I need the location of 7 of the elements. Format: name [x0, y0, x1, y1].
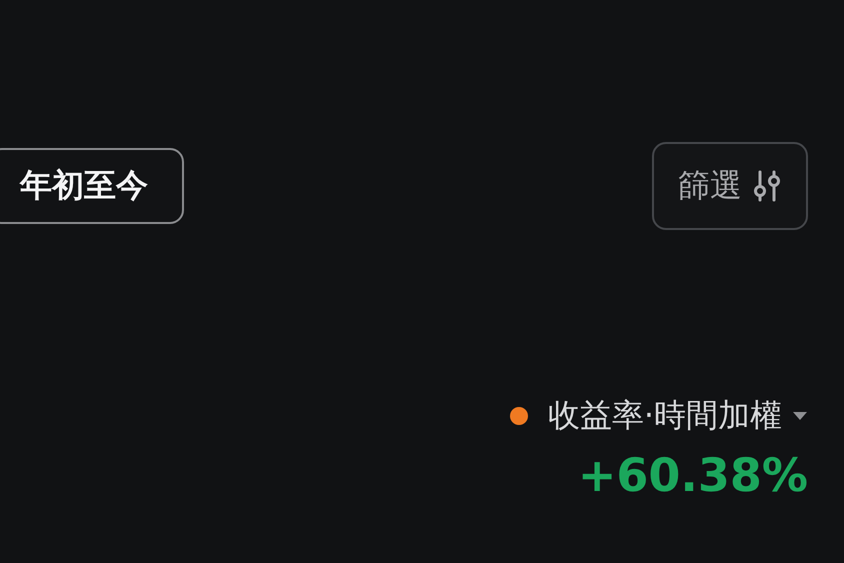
sliders-icon: [752, 169, 782, 203]
period-button[interactable]: 年初至今: [0, 148, 184, 224]
status-dot: [510, 407, 528, 425]
filter-button[interactable]: 篩選: [652, 142, 808, 230]
return-value: +60.38%: [578, 448, 808, 502]
caret-down-icon[interactable]: [792, 411, 808, 421]
metric-label: 收益率·時間加權: [548, 395, 782, 436]
